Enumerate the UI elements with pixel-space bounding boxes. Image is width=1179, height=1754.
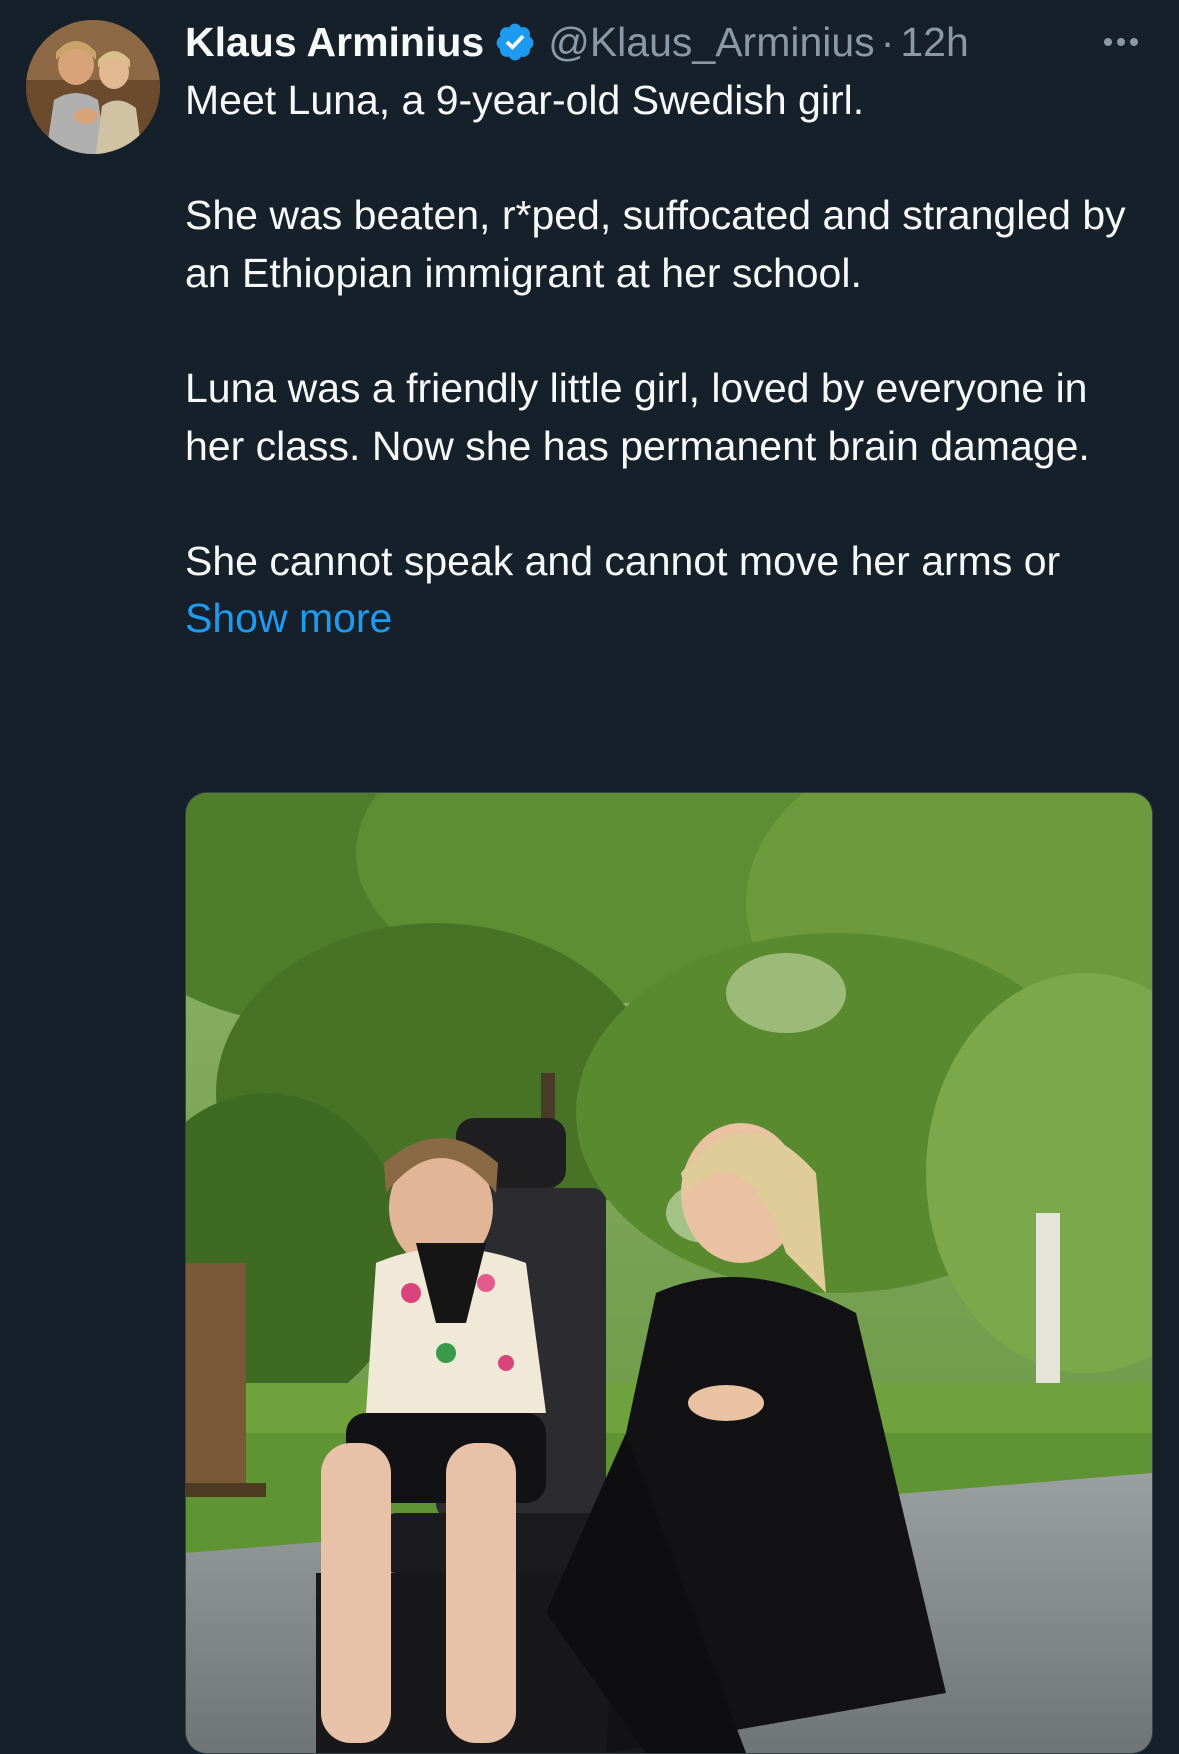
header-separator: · (880, 18, 895, 65)
tweet-paragraph-1: Meet Luna, a 9-year-old Swedish girl. (185, 77, 865, 123)
more-options-button[interactable] (1093, 20, 1149, 64)
tweet-timestamp[interactable]: 12h (900, 19, 968, 66)
tweet-paragraph-3: Luna was a friendly little girl, loved b… (185, 364, 1090, 469)
show-more-link[interactable]: Show more (185, 595, 392, 641)
avatar[interactable] (26, 20, 160, 154)
verified-badge-icon (494, 21, 536, 63)
more-dot (1130, 38, 1138, 46)
author-handle[interactable]: @Klaus_Arminius (548, 19, 874, 66)
tweet-media-photo[interactable] (185, 792, 1153, 1754)
tweet-text: Meet Luna, a 9-year-old Swedish girl. Sh… (185, 72, 1145, 648)
avatar-painting (26, 20, 160, 154)
author-display-name[interactable]: Klaus Arminius (185, 19, 484, 66)
photo-image (186, 793, 1152, 1753)
more-dot (1117, 38, 1125, 46)
tweet-paragraph-4: She cannot speak and cannot move her arm… (185, 533, 1145, 648)
more-horizontal-icon (1104, 38, 1112, 46)
tweet-header: Klaus Arminius @Klaus_Arminius · 12h (185, 14, 1149, 70)
tweet-paragraph-4-text: She cannot speak and cannot move her arm… (185, 537, 1061, 584)
tweet-paragraph-2: She was beaten, r*ped, suffocated and st… (185, 192, 1126, 296)
